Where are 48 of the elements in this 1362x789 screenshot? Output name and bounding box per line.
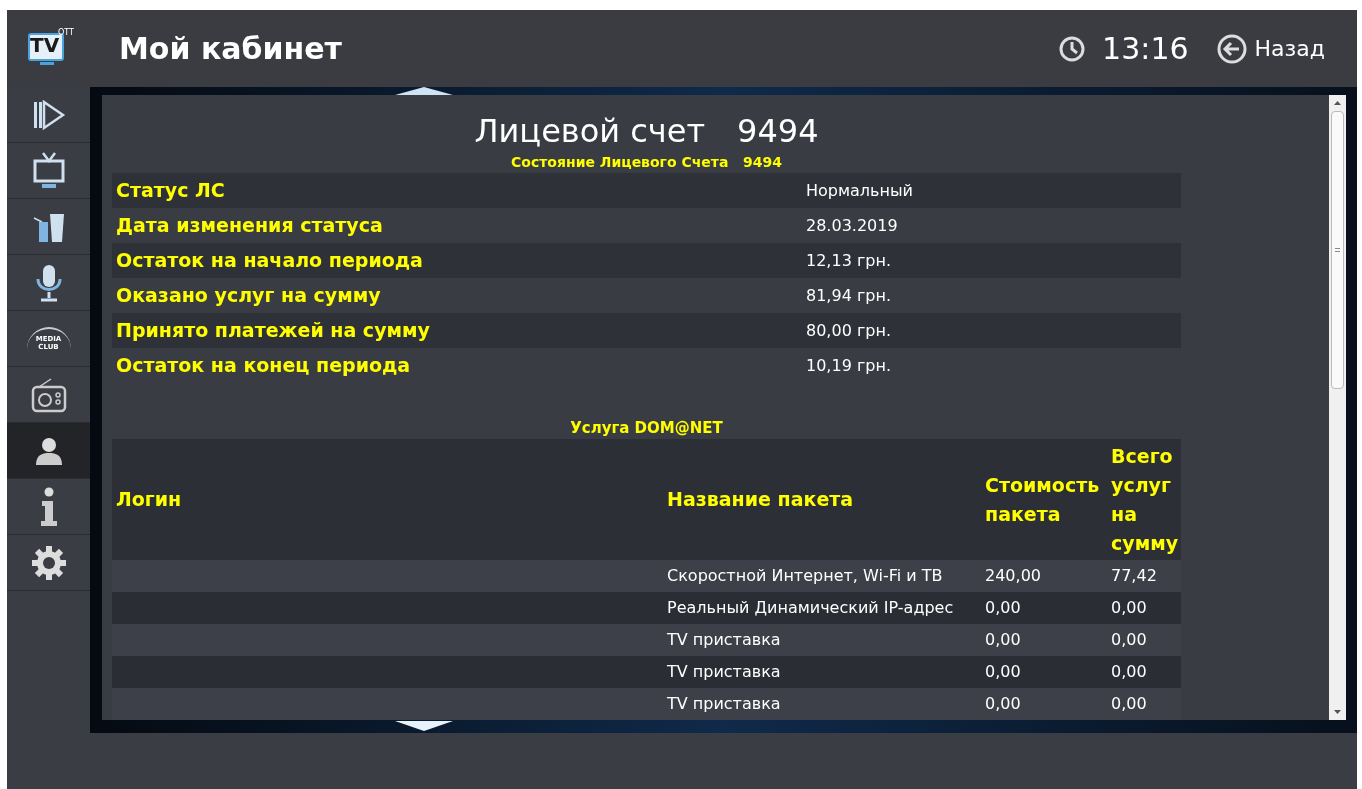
table-cell-text: 240,00: [984, 565, 1042, 587]
field-label: Остаток на начало периода: [115, 248, 424, 274]
table-cell-text: TV приставка: [666, 629, 782, 651]
scrollbar[interactable]: [1329, 95, 1346, 720]
field-value: Нормальный: [806, 179, 913, 202]
table-cell-text: 0,00: [1110, 629, 1148, 651]
field-value: 81,94 грн.: [806, 284, 891, 307]
table-cell-text: TV приставка: [666, 661, 782, 683]
field-value: 12,13 грн.: [806, 249, 891, 272]
column-header: Всего услуг на сумму: [1110, 443, 1180, 556]
play-icon: [31, 97, 66, 132]
table-cell-text: 77,42: [1110, 565, 1158, 587]
field-label: Принято платежей на сумму: [115, 318, 431, 344]
table-cell-text: Реальный Динамический IP-адрес: [666, 597, 955, 619]
sidebar-item[interactable]: [7, 423, 90, 479]
page-title: Мой кабинет: [119, 30, 342, 68]
table-cell-text: 0,00: [1110, 597, 1148, 619]
account-subtitle: Состояние Лицевого Счета 9494: [510, 153, 783, 172]
column-header: Логин: [115, 487, 183, 512]
table-cell-text: TV приставка: [666, 693, 782, 715]
scrollbar-thumb[interactable]: [1331, 111, 1344, 389]
user-icon: [33, 435, 64, 466]
table-cell-text: 0,00: [984, 629, 1022, 651]
table-cell-text: 0,00: [984, 597, 1022, 619]
table-cell-text: Скоростной Интернет, Wi-Fi и ТВ: [666, 565, 944, 587]
info-icon: [38, 486, 59, 527]
field-label: Оказано услуг на сумму: [115, 283, 382, 309]
table-cell-text: 0,00: [984, 693, 1022, 715]
clock-time: 13:16: [1102, 30, 1189, 68]
table-cell-text: 0,00: [984, 661, 1022, 683]
field-label: Статус ЛС: [115, 178, 226, 204]
field-value: 80,00 грн.: [806, 319, 891, 342]
field-value: 28.03.2019: [806, 214, 898, 237]
field-label: Дата изменения статуса: [115, 213, 384, 239]
clock-icon: [1058, 34, 1087, 63]
column-header: Стоимость пакета: [984, 472, 1101, 527]
table-cell-text: 0,00: [1110, 693, 1148, 715]
table-cell-text: 0,00: [1110, 661, 1148, 683]
settings-icon: [30, 544, 67, 581]
account-title: Лицевой счет: [474, 111, 706, 152]
service-title: Услуга DOM@NET: [569, 418, 724, 439]
back-button[interactable]: Назад: [1216, 32, 1325, 65]
radio-icon: [30, 376, 67, 413]
column-header: Название пакета: [666, 487, 855, 512]
field-label: Остаток на конец периода: [115, 353, 412, 379]
tv-icon: [31, 150, 66, 191]
field-value: 10,19 грн.: [806, 354, 891, 377]
account-number: 9494: [737, 111, 819, 152]
